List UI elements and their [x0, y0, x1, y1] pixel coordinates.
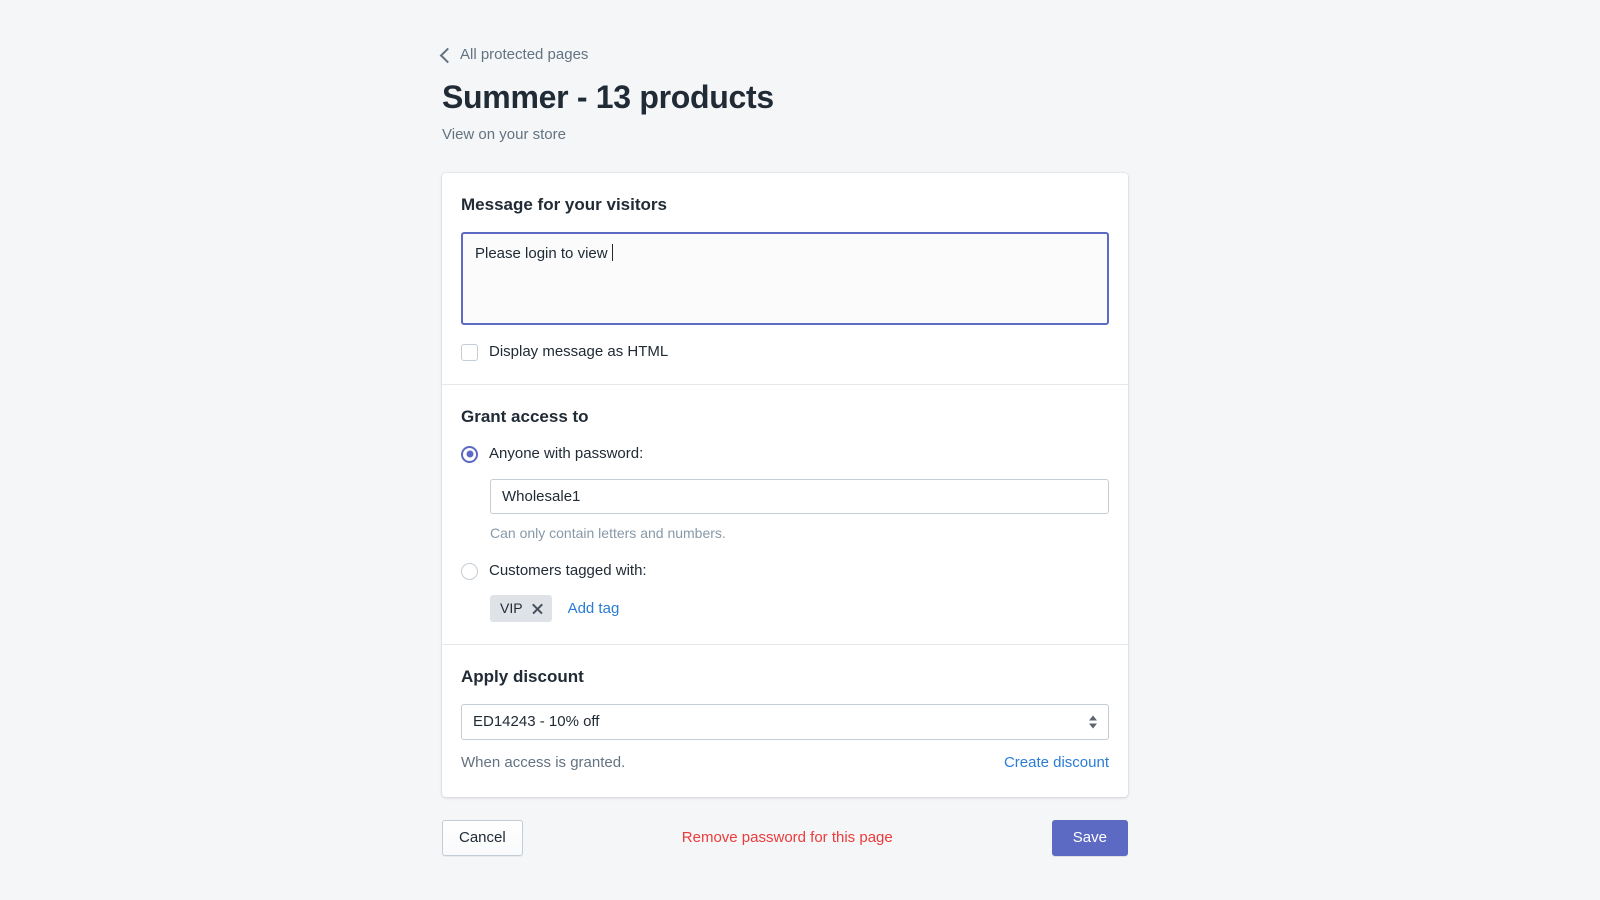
view-on-store-link[interactable]: View on your store [442, 125, 566, 145]
password-input[interactable]: Wholesale1 [490, 479, 1109, 514]
password-help-text: Can only contain letters and numbers. [490, 525, 726, 541]
tag-chip: VIP [490, 595, 552, 622]
radio-anyone-with-password[interactable] [461, 445, 478, 463]
settings-card: Message for your visitors Please login t… [442, 173, 1128, 797]
radio-tagged-label: Customers tagged with: [489, 562, 647, 579]
create-discount-link[interactable]: Create discount [1004, 753, 1109, 773]
radio-row-tagged[interactable]: Customers tagged with: [461, 561, 647, 581]
discount-section: Apply discount ED14243 - 10% off When ac… [442, 644, 1128, 797]
remove-password-link[interactable]: Remove password for this page [682, 828, 893, 848]
password-field-group: Wholesale1 Can only contain letters and … [490, 479, 1109, 543]
message-section: Message for your visitors Please login t… [442, 173, 1128, 384]
breadcrumb-label: All protected pages [460, 46, 589, 63]
display-html-label: Display message as HTML [489, 343, 669, 360]
tag-chip-label: VIP [500, 600, 523, 616]
chevron-up-icon [1089, 715, 1097, 721]
discount-footer: When access is granted. Create discount [461, 753, 1109, 773]
discount-select[interactable]: ED14243 - 10% off [461, 704, 1109, 740]
add-tag-link[interactable]: Add tag [568, 599, 620, 619]
discount-select-value: ED14243 - 10% off [473, 713, 600, 730]
chevron-down-icon [1089, 723, 1097, 729]
password-input-value: Wholesale1 [502, 487, 581, 505]
remove-tag-icon[interactable] [531, 602, 544, 615]
page-title: Summer - 13 products [442, 79, 774, 115]
radio-row-password[interactable]: Anyone with password: [461, 444, 643, 464]
cancel-button[interactable]: Cancel [442, 820, 523, 856]
discount-section-title: Apply discount [461, 667, 584, 686]
radio-password-label: Anyone with password: [489, 445, 644, 462]
breadcrumb-back-link[interactable]: All protected pages [439, 44, 589, 66]
visitor-message-value: Please login to view [475, 245, 612, 262]
text-caret [611, 244, 613, 261]
chevron-left-icon [439, 47, 456, 63]
action-bar: Cancel Remove password for this page Sav… [442, 820, 1128, 856]
radio-customers-tagged-with[interactable] [461, 562, 478, 580]
grant-access-title: Grant access to [461, 407, 589, 426]
discount-footnote: When access is granted. [461, 754, 626, 771]
page-content: All protected pages Summer - 13 products… [439, 0, 1128, 856]
display-html-checkbox[interactable] [461, 343, 478, 361]
grant-access-section: Grant access to Anyone with password: Wh… [442, 384, 1128, 644]
save-button[interactable]: Save [1051, 820, 1128, 856]
chevron-updown-icon [1089, 715, 1097, 729]
message-section-title: Message for your visitors [461, 195, 667, 214]
tag-list: VIP Add tag [490, 595, 1109, 622]
page-root: All protected pages Summer - 13 products… [0, 0, 1600, 900]
visitor-message-textarea[interactable]: Please login to view [461, 232, 1109, 325]
display-html-checkbox-row[interactable]: Display message as HTML [461, 342, 668, 362]
